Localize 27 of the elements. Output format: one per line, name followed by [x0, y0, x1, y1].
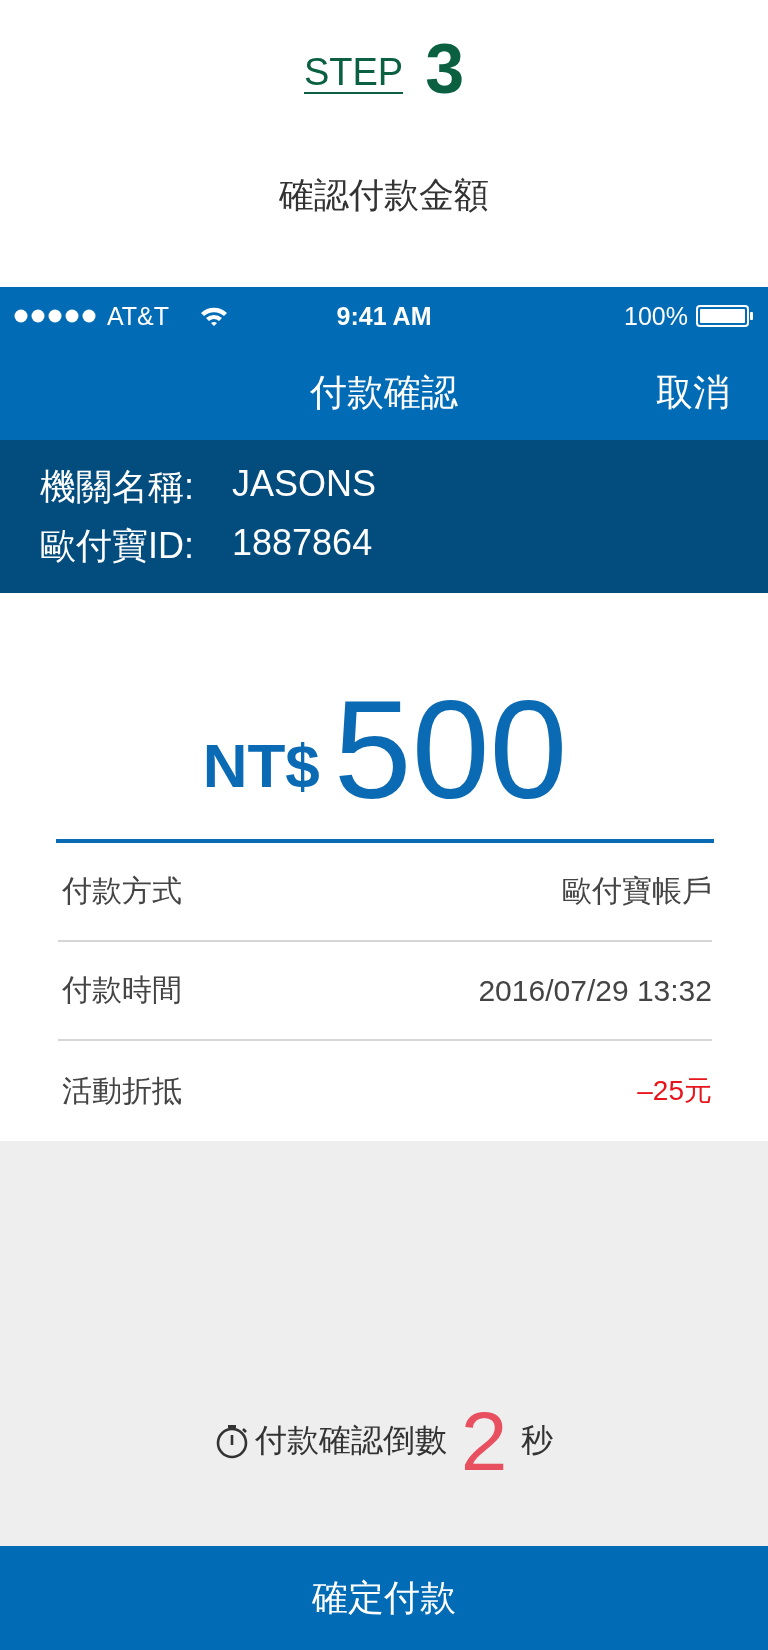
countdown-unit: 秒 — [521, 1421, 554, 1460]
detail-value: –25元 — [637, 1074, 712, 1108]
merchant-label: 歐付寶ID: — [40, 523, 194, 568]
carrier-name: AT&T — [107, 301, 170, 331]
merchant-value: JASONS — [232, 462, 377, 506]
nav-title: 付款確認 — [310, 370, 458, 415]
amount-value: 500 — [333, 685, 568, 815]
cancel-button[interactable]: 取消 — [656, 367, 730, 418]
step-number: 3 — [425, 34, 465, 104]
detail-label: 活動折抵 — [61, 1072, 182, 1109]
merchant-label: 機關名稱: — [40, 464, 194, 509]
currency-label: NT$ — [202, 730, 320, 801]
detail-value: 歐付寶帳戶 — [562, 873, 712, 909]
wifi-icon — [199, 305, 230, 327]
merchant-value: 1887864 — [232, 521, 373, 565]
detail-value: 2016/07/29 13:32 — [478, 973, 712, 1008]
stopwatch-icon — [214, 1423, 249, 1459]
step-heading: 確認付款金額 — [278, 174, 490, 216]
battery-icon — [696, 305, 754, 327]
detail-label: 付款方式 — [61, 873, 182, 909]
detail-label: 付款時間 — [61, 972, 182, 1008]
step-label: STEP — [303, 52, 404, 94]
battery-percent: 100% — [624, 301, 688, 331]
confirm-button[interactable]: 確定付款 — [0, 1546, 768, 1650]
status-time: 9:41 AM — [336, 301, 432, 331]
countdown-label: 付款確認倒數 — [254, 1421, 447, 1460]
countdown-number: 2 — [460, 1401, 508, 1481]
